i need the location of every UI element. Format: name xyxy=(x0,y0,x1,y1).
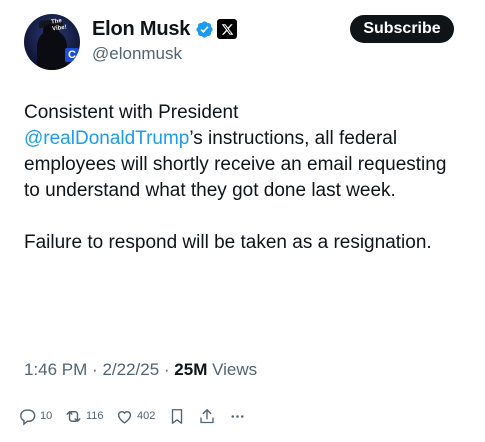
verified-badge-icon[interactable] xyxy=(195,20,214,39)
handle[interactable]: @elonmusk xyxy=(92,44,182,64)
avatar[interactable]: The Vibe! C xyxy=(24,14,80,70)
subscribe-button[interactable]: Subscribe xyxy=(350,15,454,43)
meta-separator: · xyxy=(163,360,175,379)
avatar-letter: C xyxy=(65,48,79,62)
views-label: Views xyxy=(212,360,258,379)
post-date[interactable]: 2/22/25 xyxy=(102,360,159,379)
meta-separator: · xyxy=(92,360,103,379)
reply-icon xyxy=(20,408,36,425)
name-row: Elon Musk xyxy=(92,17,238,41)
avatar-figure xyxy=(37,31,67,70)
tweet-text: Consistent with President @realDonaldTrum… xyxy=(24,100,464,256)
repost-count: 116 xyxy=(86,410,104,422)
post: The Vibe! C Elon Musk @elonmusk Subscrib… xyxy=(0,0,485,442)
display-name[interactable]: Elon Musk xyxy=(92,17,190,41)
tweet-paragraph-2: Failure to respond will be taken as a re… xyxy=(24,232,432,253)
avatar-sign: The Vibe! xyxy=(50,18,68,33)
reply-count: 10 xyxy=(40,410,53,422)
share-button[interactable] xyxy=(198,404,216,428)
repost-button[interactable]: 116 xyxy=(64,404,104,428)
bookmark-button[interactable] xyxy=(168,404,186,428)
share-icon xyxy=(200,408,214,423)
more-options-button[interactable] xyxy=(228,404,247,428)
views-count: 25M xyxy=(174,360,208,379)
mention-link[interactable]: @realDonaldTrump xyxy=(24,128,189,149)
heart-icon xyxy=(117,410,132,424)
x-logo-icon[interactable] xyxy=(217,19,238,39)
post-meta: 1:46 PM · 2/22/25 · 25M Views xyxy=(24,359,257,381)
tweet-paragraph-1: Consistent with President @realDonaldTrum… xyxy=(24,100,464,204)
like-count: 402 xyxy=(137,410,156,422)
like-button[interactable]: 402 xyxy=(115,404,155,428)
reply-button[interactable]: 10 xyxy=(18,404,52,428)
tweet-text-intro: Consistent with President xyxy=(24,102,239,123)
bookmark-icon xyxy=(171,408,183,424)
post-time[interactable]: 1:46 PM xyxy=(24,360,87,379)
more-icon xyxy=(231,414,244,418)
repost-icon xyxy=(66,410,81,422)
